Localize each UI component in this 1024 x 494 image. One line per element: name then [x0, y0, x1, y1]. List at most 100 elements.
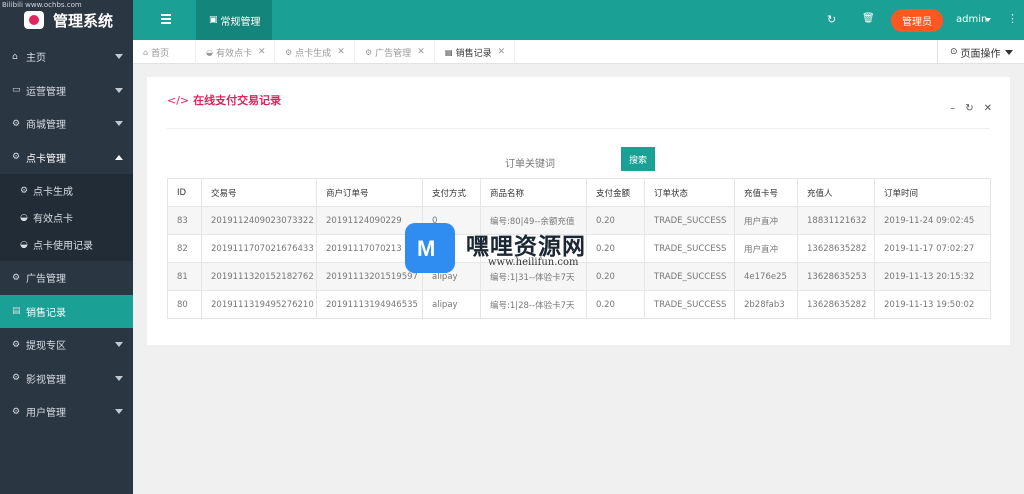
column-header: 商户订单号: [316, 178, 423, 207]
table-cell: 2019111319495276210: [201, 290, 317, 319]
gears-icon: ⚙: [12, 118, 21, 129]
tab-label: 广告管理: [375, 48, 412, 59]
sidebar-item-label: 商城管理: [26, 120, 66, 132]
column-header: 充值人: [797, 178, 875, 207]
watermark-title: 嘿哩资源网: [466, 234, 586, 260]
table-cell: 13628635282: [797, 234, 875, 263]
dashboard-icon: ◒: [20, 239, 28, 250]
brand[interactable]: Bilibili www.ochbs.com 管理系统: [0, 0, 133, 40]
table-cell: 80: [167, 290, 202, 319]
table-cell: 82: [167, 234, 202, 263]
column-header: 订单状态: [644, 178, 735, 207]
chevron-up-icon: [115, 154, 123, 160]
close-icon[interactable]: ✕: [417, 47, 425, 57]
gears-icon: ⚙: [12, 152, 21, 163]
page-operations-dropdown[interactable]: ⊙ 页面操作: [937, 40, 1024, 64]
sidebar-item-label: 销售记录: [26, 307, 66, 319]
table-cell: 2019-11-17 07:02:27: [874, 234, 991, 263]
tab-label: 点卡生成: [295, 48, 332, 59]
sidebar: Bilibili www.ochbs.com 管理系统 ⌂ 主页 ▭ 运营管理 …: [0, 0, 133, 494]
sidebar-item-users[interactable]: ⚙ 用户管理: [0, 395, 133, 429]
tab-valid-cards[interactable]: ◒ 有效点卡 ✕: [196, 40, 275, 64]
sidebar-item-label: 点卡管理: [26, 153, 66, 165]
chevron-down-icon: [115, 121, 123, 126]
sidebar-item-label: 影视管理: [26, 374, 66, 386]
sidebar-item-sales[interactable]: ▤ 销售记录: [0, 294, 133, 328]
minimize-icon[interactable]: –: [950, 103, 955, 114]
gears-icon: ⚙: [365, 47, 373, 57]
table-cell: alipay: [422, 290, 481, 319]
sidebar-subitem-label: 点卡使用记录: [33, 241, 93, 252]
tab-home[interactable]: ⌂ 首页: [133, 40, 196, 64]
search-button[interactable]: 搜索: [621, 147, 655, 171]
role-badge[interactable]: 管理员: [891, 9, 943, 32]
table-cell: 2019-11-24 09:02:45: [874, 206, 991, 235]
table-cell: 20191113194946535: [316, 290, 423, 319]
table-cell: 2019-11-13 19:50:02: [874, 290, 991, 319]
home-icon: ▣: [209, 15, 218, 25]
sidebar-subitem-card-generate[interactable]: ⚙ 点卡生成: [0, 177, 133, 204]
user-menu[interactable]: admin: [956, 14, 987, 25]
home-icon: ⌂: [143, 47, 149, 57]
table-header-row: ID 交易号 商户订单号 支付方式 商品名称 支付金额 订单状态 充值卡号 充值人 订单时间: [167, 178, 991, 207]
close-icon[interactable]: ✕: [498, 47, 506, 57]
chevron-down-icon: [115, 87, 123, 93]
tab-sales[interactable]: ▤ 销售记录 ✕: [435, 40, 515, 64]
menu-toggle-icon[interactable]: [161, 14, 171, 24]
home-icon: ⌂: [12, 51, 18, 62]
table-cell: 18831121632: [797, 206, 875, 235]
more-icon[interactable]: ⋮: [1007, 12, 1018, 25]
sidebar-subitem-card-usage[interactable]: ◒ 点卡使用记录: [0, 231, 133, 258]
column-header: 充值卡号: [734, 178, 798, 207]
sidebar-item-ads[interactable]: ⚙ 广告管理: [0, 261, 133, 295]
brand-title: 管理系统: [53, 12, 114, 30]
sidebar-subitem-valid-cards[interactable]: ◒ 有效点卡: [0, 204, 133, 231]
table-cell: TRADE_SUCCESS: [644, 290, 735, 319]
table-cell: 2019112409023073322: [201, 206, 317, 235]
sidebar-item-mall[interactable]: ⚙ 商城管理: [0, 107, 133, 141]
sidebar-item-home[interactable]: ⌂ 主页: [0, 40, 133, 74]
sidebar-item-operations[interactable]: ▭ 运营管理: [0, 74, 133, 108]
dashboard-icon: ◒: [20, 212, 28, 223]
sidebar-item-video[interactable]: ⚙ 影视管理: [0, 362, 133, 396]
sidebar-item-withdraw[interactable]: ⚙ 提现专区: [0, 328, 133, 362]
watermark-url: www.heilifun.com: [488, 257, 579, 268]
dashboard-icon: ◒: [206, 47, 213, 57]
gears-icon: ⚙: [285, 47, 293, 57]
table-cell: 用户直冲: [734, 234, 798, 263]
tab-label: 销售记录: [455, 48, 492, 59]
watermark-logo-icon: M: [405, 223, 455, 273]
refresh-icon[interactable]: ↻: [965, 103, 973, 114]
table-cell: 2019-11-13 20:15:32: [874, 262, 991, 291]
column-header: 订单时间: [874, 178, 991, 207]
sidebar-subitem-label: 有效点卡: [33, 214, 73, 225]
chevron-down-icon: [115, 54, 123, 59]
table-cell: 2019111707021676433: [201, 234, 317, 263]
watermark: M 嘿哩资源网 www.heilifun.com: [405, 223, 611, 287]
column-header: 商品名称: [480, 178, 587, 207]
tab-ads[interactable]: ⚙ 广告管理 ✕: [355, 40, 435, 64]
chevron-down-icon: [1004, 49, 1013, 55]
table-row[interactable]: 80 2019111319495276210 20191113194946535 al…: [167, 290, 991, 319]
table-cell: TRADE_SUCCESS: [644, 234, 735, 263]
refresh-icon[interactable]: ↻: [827, 13, 836, 26]
close-icon[interactable]: ✕: [337, 47, 345, 57]
trash-icon[interactable]: 🗑: [862, 13, 875, 24]
file-icon: ▤: [445, 47, 453, 57]
table-cell: 2019111320152182762: [201, 262, 317, 291]
panel-tools: – ↻ ✕: [950, 103, 992, 114]
close-icon[interactable]: ✕: [258, 47, 266, 57]
chevron-down-icon[interactable]: [985, 18, 991, 22]
close-icon[interactable]: ✕: [984, 103, 992, 114]
table-cell: 0.20: [586, 290, 645, 319]
column-header: ID: [167, 178, 202, 207]
panel-title: </> 在线支付交易记录: [167, 92, 281, 108]
sidebar-item-card[interactable]: ⚙ 点卡管理: [0, 141, 133, 175]
page-ops-label: 页面操作: [960, 48, 1001, 60]
table-cell: 2b28fab3: [734, 290, 798, 319]
search-input[interactable]: 订单关键词: [505, 155, 555, 170]
tab-card-generate[interactable]: ⚙ 点卡生成 ✕: [275, 40, 355, 64]
top-tab-general[interactable]: ▣ 常规管理: [196, 0, 272, 40]
table-cell: TRADE_SUCCESS: [644, 262, 735, 291]
table-cell: 4e176e25: [734, 262, 798, 291]
